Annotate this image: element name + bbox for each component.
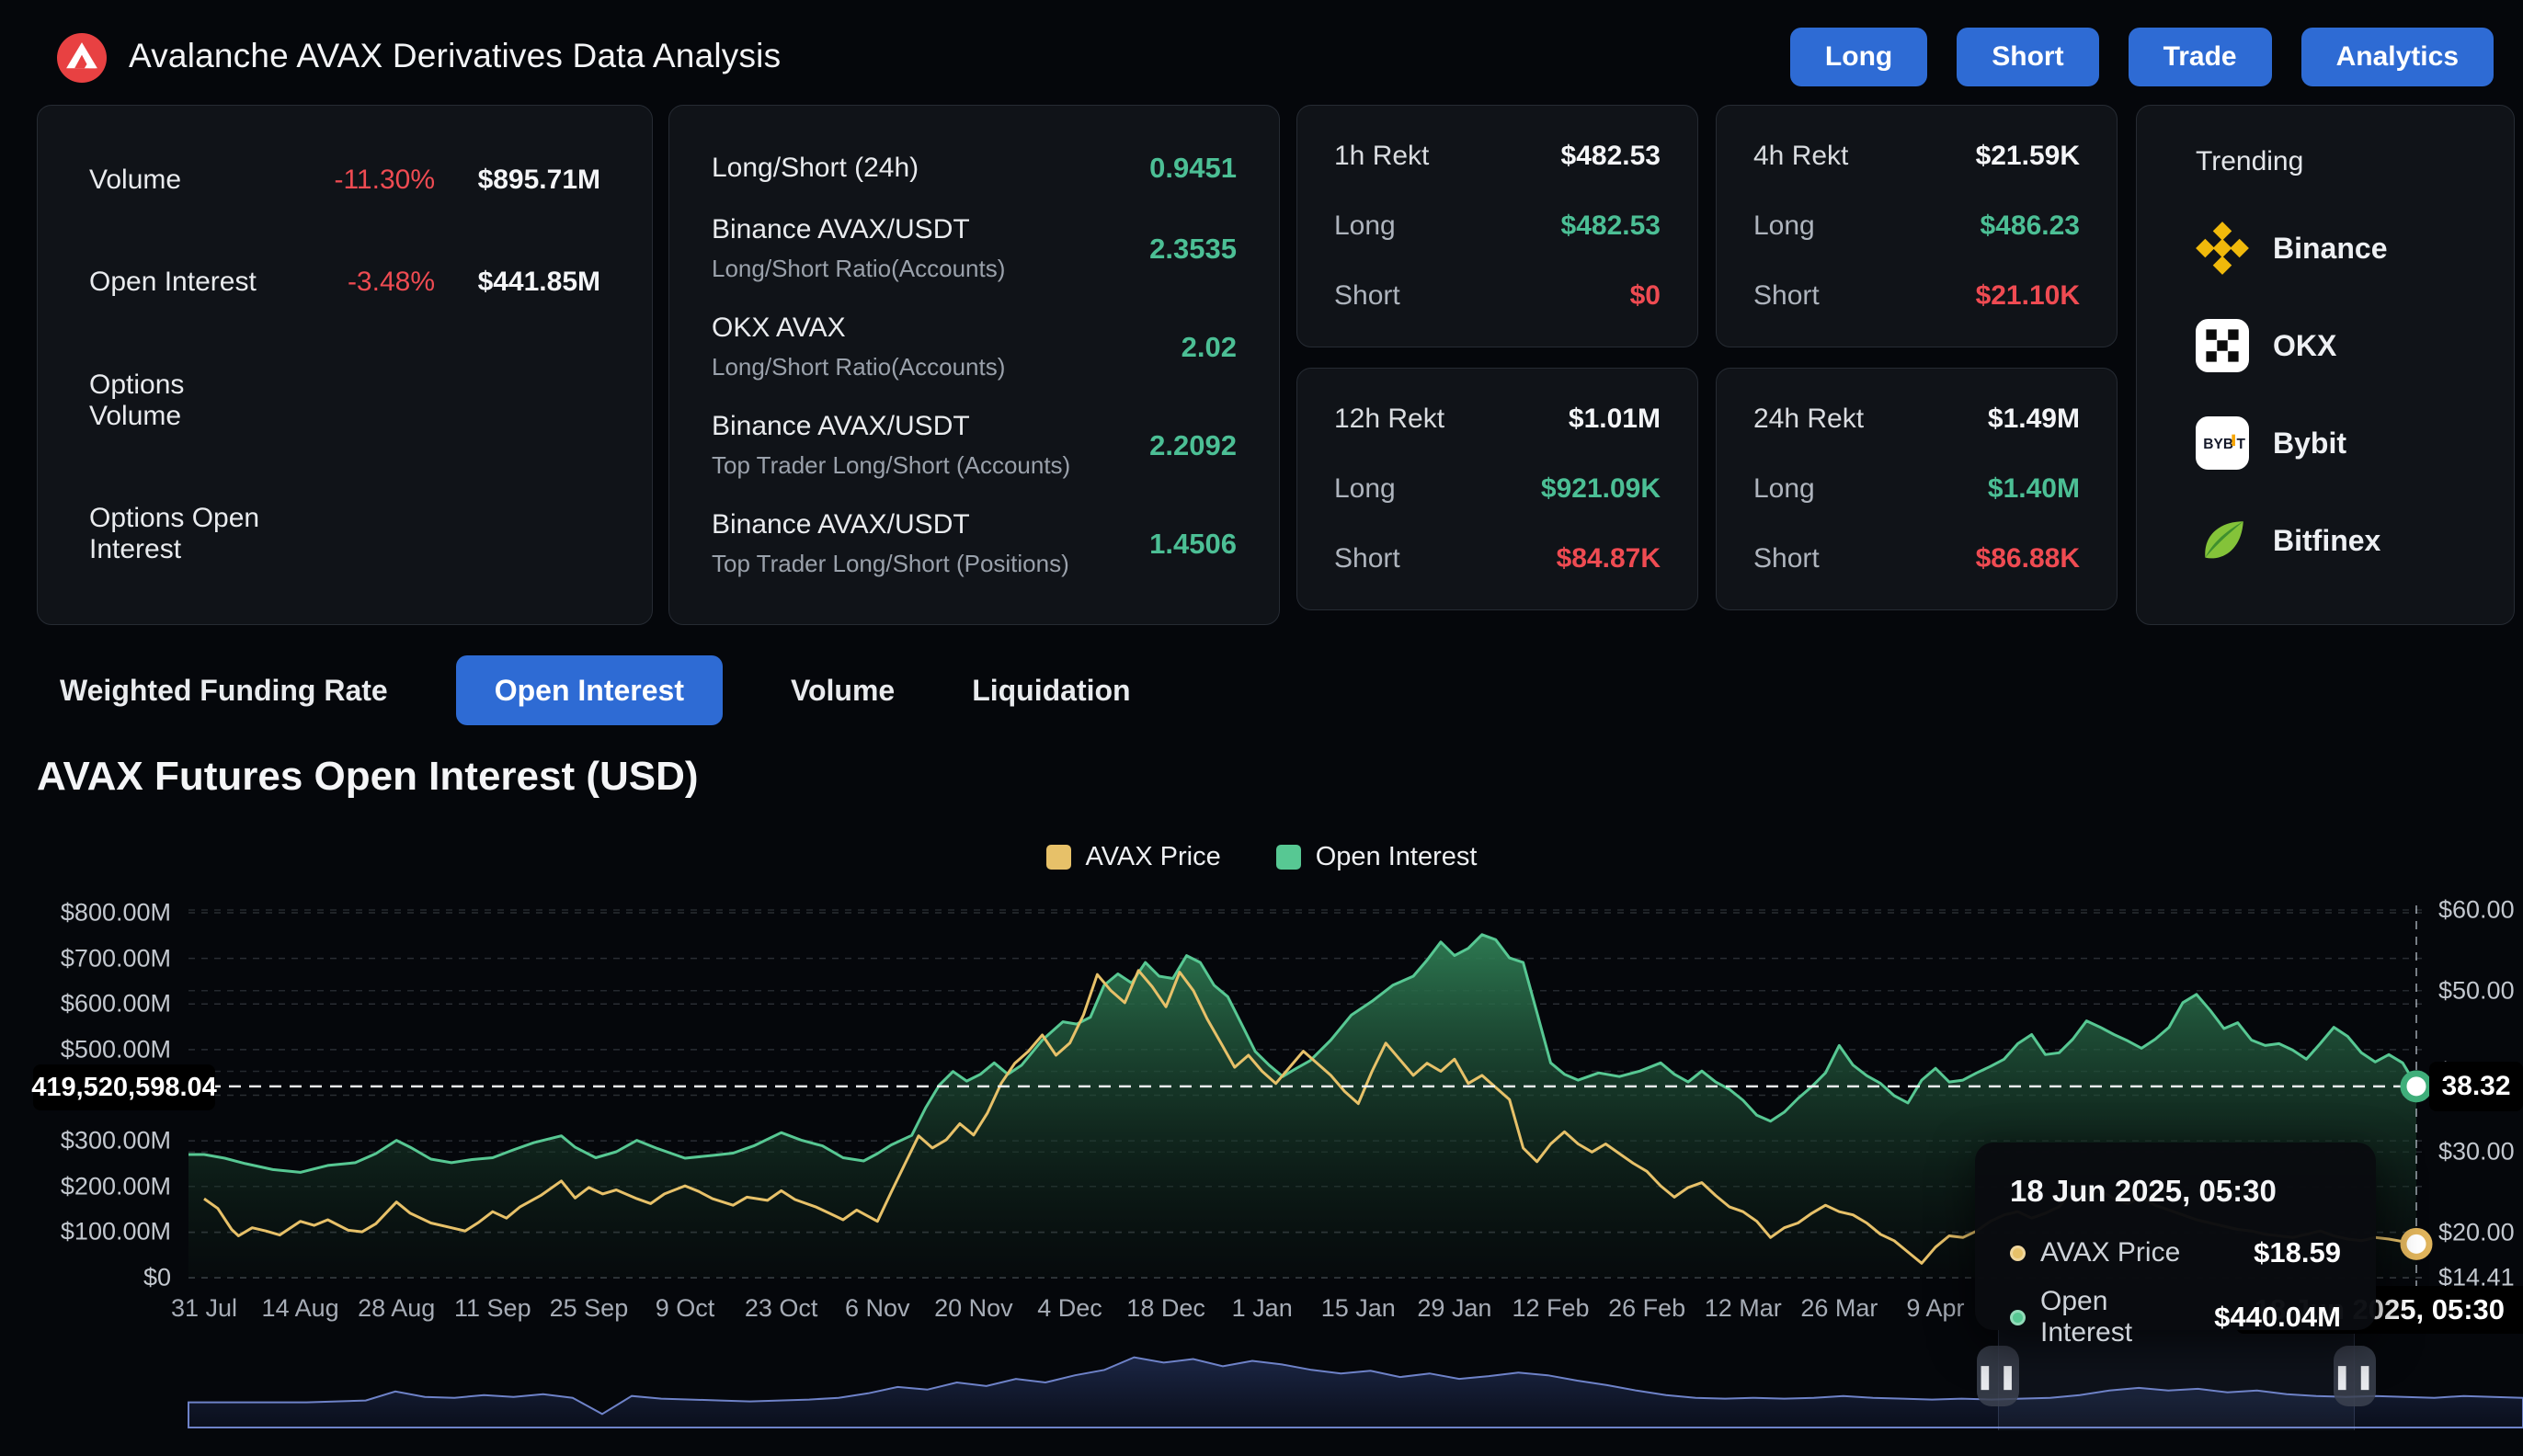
- price-crosshair-dot: [2403, 1231, 2429, 1257]
- x-axis-tick: 9 Apr: [1906, 1294, 1964, 1323]
- left-axis-tick: $500.00M: [33, 1035, 171, 1064]
- tooltip-series-label: Open Interest: [2040, 1286, 2199, 1348]
- left-axis-tick: $0: [33, 1264, 171, 1292]
- navigator-right-handle[interactable]: ❚❚: [2334, 1346, 2376, 1406]
- x-axis-tick: 18 Dec: [1126, 1294, 1205, 1323]
- left-axis-tick: $600.00M: [33, 990, 171, 1018]
- tooltip-rows: AVAX Price $18.59 Open Interest $440.04M: [2010, 1236, 2341, 1348]
- x-axis-tick: 15 Jan: [1321, 1294, 1396, 1323]
- left-axis-tick: $300.00M: [33, 1127, 171, 1155]
- tooltip-series-value: $18.59: [2254, 1236, 2341, 1269]
- x-axis-tick: 4 Dec: [1037, 1294, 1102, 1323]
- right-axis-tick: $20.00: [2438, 1219, 2515, 1247]
- x-axis-tick: 29 Jan: [1417, 1294, 1491, 1323]
- x-axis-tick: 11 Sep: [454, 1294, 531, 1323]
- x-axis-tick: 26 Feb: [1608, 1294, 1685, 1323]
- tooltip-row: Open Interest $440.04M: [2010, 1286, 2341, 1348]
- left-axis-tick: $200.00M: [33, 1172, 171, 1200]
- tooltip-row: AVAX Price $18.59: [2010, 1236, 2341, 1269]
- x-axis-tick: 9 Oct: [656, 1294, 715, 1323]
- x-axis-tick: 23 Oct: [745, 1294, 818, 1323]
- chart-tooltip: 18 Jun 2025, 05:30 AVAX Price$18.59Open …: [1975, 1143, 2376, 1330]
- x-axis-tick: 12 Mar: [1705, 1294, 1782, 1323]
- x-axis-tick: 12 Feb: [1512, 1294, 1589, 1323]
- tooltip-series-label: AVAX Price: [2040, 1237, 2239, 1268]
- dashboard-page: Avalanche AVAX Derivatives Data Analysis…: [0, 0, 2523, 1456]
- navigator-left-handle[interactable]: ❚❚: [1977, 1346, 2019, 1406]
- x-axis-tick: 6 Nov: [845, 1294, 910, 1323]
- tooltip-series-dot: [2010, 1246, 2026, 1261]
- x-axis-tick: 1 Jan: [1232, 1294, 1293, 1323]
- current-price-axis-badge: 38.32: [2429, 1062, 2523, 1111]
- x-axis-tick: 28 Aug: [358, 1294, 435, 1323]
- right-axis-tick: $50.00: [2438, 976, 2515, 1005]
- x-axis-tick: 14 Aug: [262, 1294, 339, 1323]
- x-axis-tick: 25 Sep: [550, 1294, 629, 1323]
- left-axis-tick: $100.00M: [33, 1218, 171, 1246]
- right-axis-tick: $60.00: [2438, 896, 2515, 925]
- x-axis-tick: 31 Jul: [171, 1294, 237, 1323]
- right-axis-tick: $30.00: [2438, 1138, 2515, 1166]
- x-axis-tick: 20 Nov: [934, 1294, 1013, 1323]
- left-axis-tick: $800.00M: [33, 899, 171, 927]
- oi-crosshair-dot: [2403, 1074, 2429, 1099]
- tooltip-date: 18 Jun 2025, 05:30: [2010, 1174, 2341, 1209]
- x-axis-tick: 26 Mar: [1800, 1294, 1878, 1323]
- left-axis-tick: $700.00M: [33, 944, 171, 973]
- current-oi-badge: 419,520,598.04: [33, 1064, 215, 1110]
- tooltip-series-dot: [2010, 1310, 2026, 1325]
- tooltip-series-value: $440.04M: [2214, 1301, 2341, 1334]
